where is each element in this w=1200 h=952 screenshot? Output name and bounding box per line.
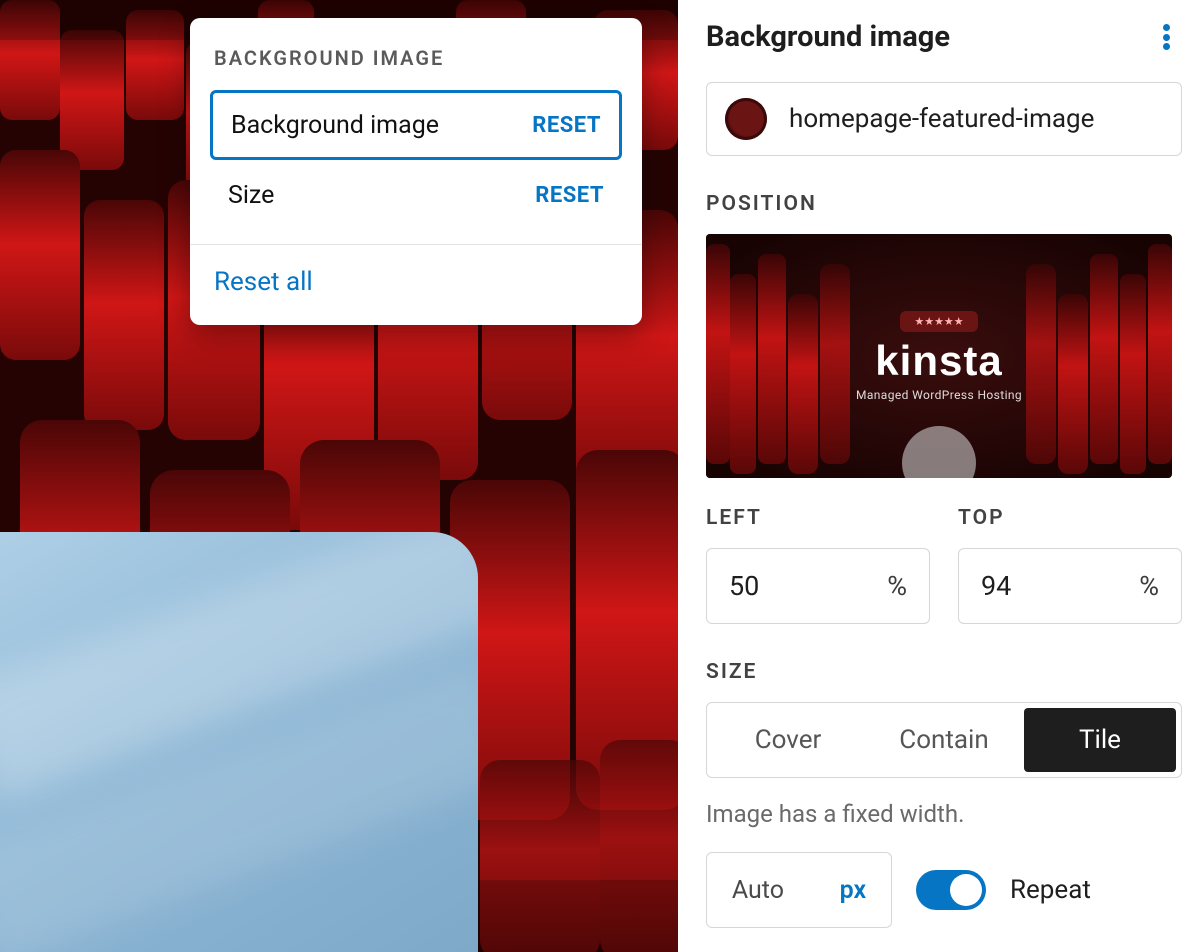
size-section-label: SIZE bbox=[706, 660, 1182, 684]
fixed-width-hint: Image has a fixed width. bbox=[706, 800, 1182, 828]
width-unit-toggle[interactable]: Auto px bbox=[706, 852, 892, 928]
left-label: LEFT bbox=[706, 506, 930, 530]
reset-all-button[interactable]: Reset all bbox=[210, 253, 622, 301]
size-option-cover[interactable]: Cover bbox=[712, 708, 864, 772]
left-value: 50 bbox=[729, 570, 759, 602]
left-input[interactable]: 50 % bbox=[706, 548, 930, 624]
width-unit-px[interactable]: px bbox=[840, 876, 867, 905]
sidebar-title: Background image bbox=[706, 20, 950, 54]
divider bbox=[190, 244, 642, 245]
preview-subtitle: Managed WordPress Hosting bbox=[706, 388, 1172, 402]
image-thumbnail bbox=[725, 98, 767, 140]
popover-heading: BACKGROUND IMAGE bbox=[214, 46, 622, 70]
preview-logo-text: kinsta bbox=[706, 340, 1172, 382]
popover-row-background-image[interactable]: Background image RESET bbox=[210, 90, 622, 160]
popover-row-label: Background image bbox=[231, 111, 439, 140]
size-option-contain[interactable]: Contain bbox=[868, 708, 1020, 772]
unit-percent: % bbox=[1139, 570, 1159, 602]
position-section-label: POSITION bbox=[706, 192, 1182, 216]
preview-badge: ★★★★★ bbox=[900, 311, 977, 332]
editor-canvas: BACKGROUND IMAGE Background image RESET … bbox=[0, 0, 678, 952]
foreground-sky-block bbox=[0, 532, 478, 952]
preview-overlay-text: ★★★★★ kinsta Managed WordPress Hosting bbox=[706, 310, 1172, 402]
more-options-icon[interactable] bbox=[1150, 21, 1182, 53]
toggle-knob bbox=[950, 874, 982, 906]
image-filename: homepage-featured-image bbox=[789, 104, 1094, 134]
background-tools-popover: BACKGROUND IMAGE Background image RESET … bbox=[190, 18, 642, 325]
width-unit-auto[interactable]: Auto bbox=[732, 876, 784, 905]
top-value: 94 bbox=[981, 570, 1011, 602]
size-segmented-control: Cover Contain Tile bbox=[706, 702, 1182, 778]
reset-button[interactable]: RESET bbox=[535, 183, 604, 208]
popover-row-size[interactable]: Size RESET bbox=[210, 160, 622, 230]
focal-point-picker[interactable]: ★★★★★ kinsta Managed WordPress Hosting bbox=[706, 234, 1172, 478]
top-label: TOP bbox=[958, 506, 1182, 530]
settings-sidebar: Background image homepage-featured-image… bbox=[678, 0, 1200, 952]
top-input[interactable]: 94 % bbox=[958, 548, 1182, 624]
image-picker-field[interactable]: homepage-featured-image bbox=[706, 82, 1182, 156]
repeat-toggle[interactable] bbox=[916, 870, 986, 910]
unit-percent: % bbox=[887, 570, 907, 602]
popover-row-label: Size bbox=[228, 181, 274, 210]
size-option-tile[interactable]: Tile bbox=[1024, 708, 1176, 772]
reset-button[interactable]: RESET bbox=[532, 113, 601, 138]
repeat-label: Repeat bbox=[1010, 875, 1091, 905]
